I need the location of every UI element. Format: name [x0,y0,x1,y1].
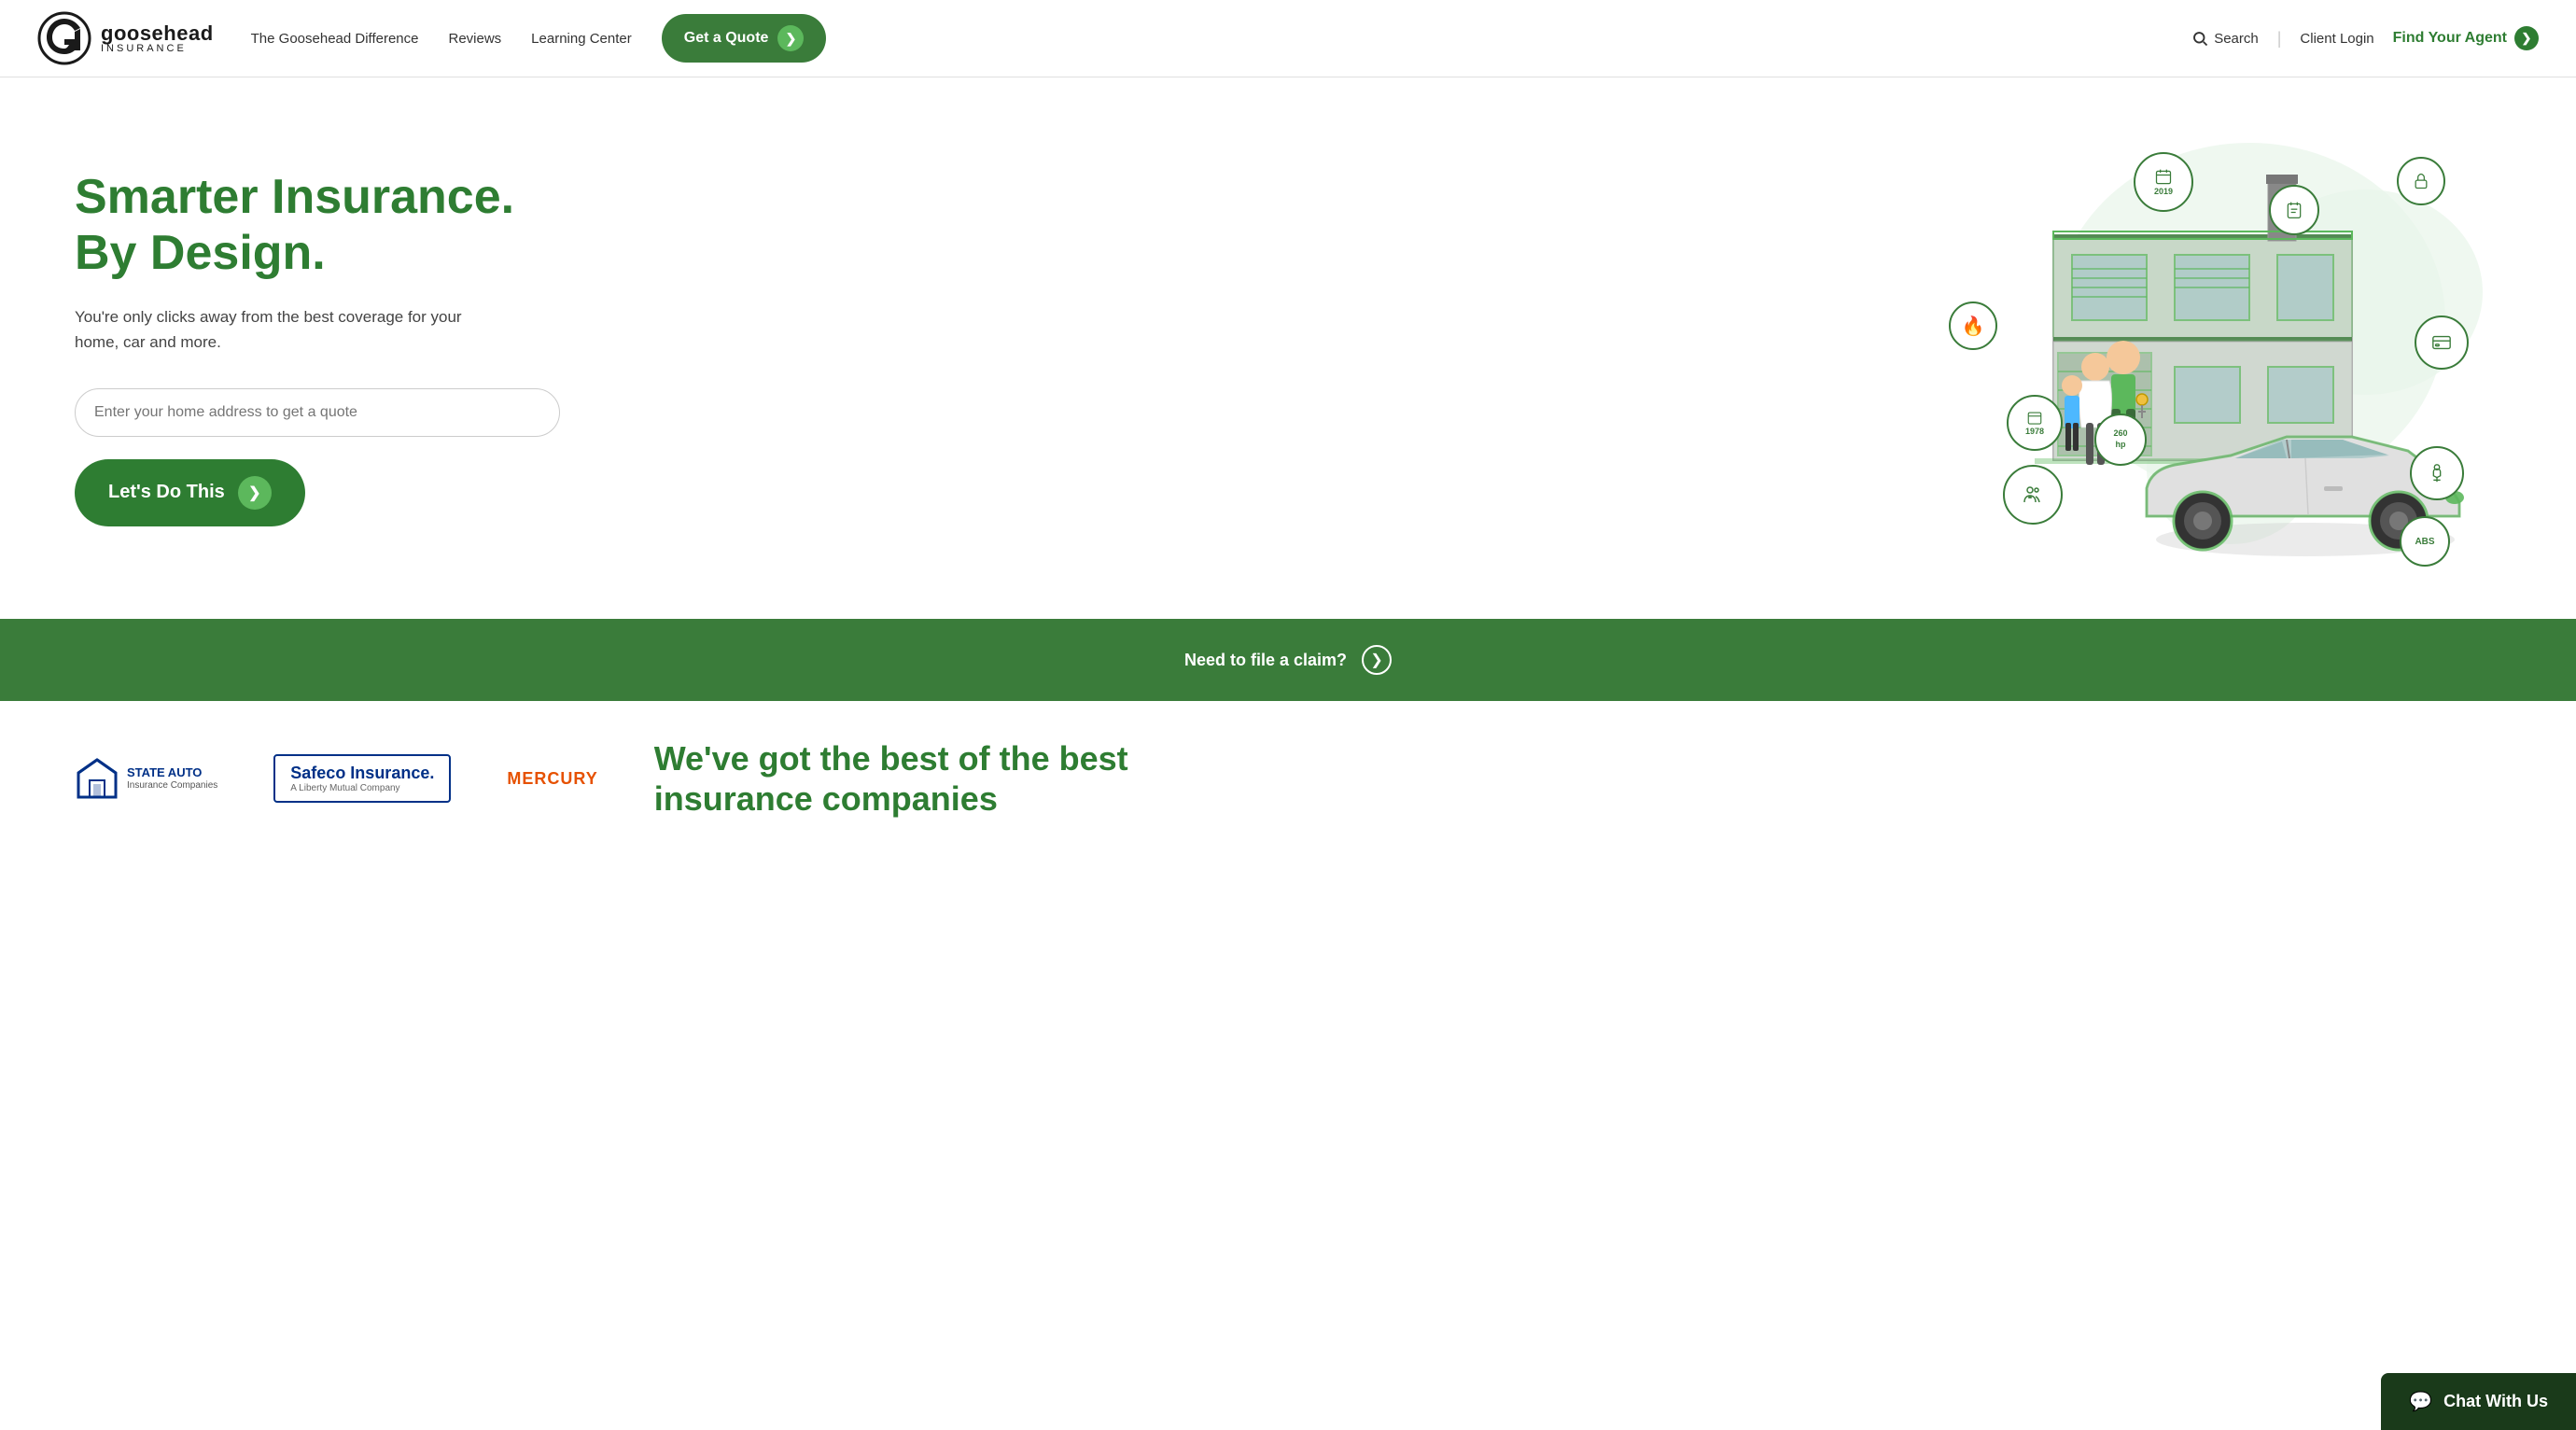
badge-1978: 1978 [2007,395,2063,451]
state-auto-icon [75,756,119,801]
claim-banner-text: Need to file a claim? [1184,651,1347,670]
get-quote-arrow-icon: ❯ [777,25,804,51]
get-quote-button[interactable]: Get a Quote ❯ [662,14,827,63]
header-left: goosehead INSURANCE The Goosehead Differ… [37,11,826,65]
safeco-logo-wrap: Safeco Insurance. A Liberty Mutual Compa… [273,754,451,803]
hero-section: Smarter Insurance. By Design. You're onl… [0,77,2576,619]
badge-clipboard [2269,185,2319,235]
nav-reviews[interactable]: Reviews [448,31,501,47]
safeco-brand: Safeco Insurance. [290,764,434,783]
partners-right-content: We've got the best of the best insurance… [654,738,2501,819]
logo-sub-text: INSURANCE [101,44,214,54]
logo-brand-name: goosehead [101,23,214,44]
search-icon [2191,30,2208,47]
state-auto-logo: STATE AUTO Insurance Companies [75,756,217,801]
badge-seat [2410,446,2464,500]
badge-lock [2397,157,2445,205]
lets-do-this-button[interactable]: Let's Do This ❯ [75,459,305,526]
search-button[interactable]: Search [2191,30,2259,47]
claim-banner: Need to file a claim? ❯ [0,619,2576,701]
safeco-sub: A Liberty Mutual Company [290,783,434,793]
logo-text: goosehead INSURANCE [101,23,214,54]
chat-label: Chat With Us [2443,1392,2548,1411]
hero-content: Smarter Insurance. By Design. You're onl… [75,170,1239,526]
hero-illustration: 2019 🔥 1978 260hp [1239,115,2501,582]
partners-right-title: We've got the best of the best insurance… [654,738,2501,819]
address-input[interactable] [94,395,540,430]
nav-learning-center[interactable]: Learning Center [531,31,632,47]
header-divider: | [2277,29,2282,49]
client-login-link[interactable]: Client Login [2300,31,2373,47]
main-nav: The Goosehead Difference Reviews Learnin… [251,14,827,63]
state-auto-text: STATE AUTO Insurance Companies [127,765,217,792]
header: goosehead INSURANCE The Goosehead Differ… [0,0,2576,77]
logo[interactable]: goosehead INSURANCE [37,11,214,65]
state-auto-logo-wrap: STATE AUTO Insurance Companies [75,756,217,801]
chat-with-us-button[interactable]: 💬 Chat With Us [2381,1373,2576,1430]
header-right: Search | Client Login Find Your Agent ❯ [2191,26,2539,50]
claim-arrow-button[interactable]: ❯ [1362,645,1392,675]
hero-subtitle: You're only clicks away from the best co… [75,304,467,355]
cta-arrow-icon: ❯ [238,476,272,510]
badge-260hp: 260hp [2094,414,2147,466]
nav-goosehead-difference[interactable]: The Goosehead Difference [251,31,419,47]
find-agent-arrow-icon: ❯ [2514,26,2539,50]
chat-icon: 💬 [2409,1390,2432,1413]
find-agent-button[interactable]: Find Your Agent ❯ [2393,26,2539,50]
badge-card [2415,315,2469,370]
badge-fire: 🔥 [1949,301,1997,350]
badge-abs: ABS [2400,516,2450,567]
mercury-logo: MERCURY [507,769,597,789]
logo-icon [37,11,91,65]
badge-family [2003,465,2063,525]
hero-title: Smarter Insurance. By Design. [75,170,1239,282]
badge-2019: 2019 [2134,152,2193,212]
safeco-logo: Safeco Insurance. A Liberty Mutual Compa… [273,754,451,803]
partners-section: STATE AUTO Insurance Companies Safeco In… [0,701,2576,856]
mercury-logo-wrap: MERCURY [507,769,597,789]
address-input-wrap[interactable] [75,388,560,437]
